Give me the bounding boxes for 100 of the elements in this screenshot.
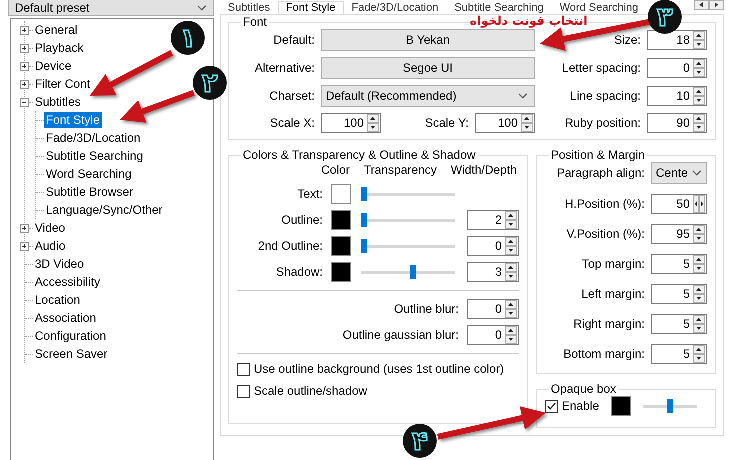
tree-item[interactable]: Association — [33, 310, 98, 326]
up-down-arrows-icon[interactable] — [505, 263, 517, 281]
up-down-arrows-icon[interactable] — [367, 114, 379, 132]
spin-field[interactable]: 0 — [467, 299, 519, 319]
up-down-arrows-icon[interactable] — [693, 59, 705, 77]
tree-item[interactable]: Subtitle Searching — [44, 148, 146, 164]
up-down-arrows-icon[interactable] — [521, 114, 533, 132]
color-swatch[interactable] — [331, 262, 351, 282]
tab[interactable]: Word Searching — [552, 1, 647, 14]
left-right-arrows-icon[interactable] — [693, 195, 705, 213]
field-label: H.Position (%): — [564, 197, 645, 211]
spin-field[interactable]: 0 — [467, 325, 519, 345]
up-down-arrows-icon[interactable] — [693, 31, 705, 49]
checkbox[interactable] — [237, 384, 250, 398]
slider-thumb[interactable] — [360, 213, 367, 227]
tree-item[interactable]: Audio — [33, 238, 68, 254]
tree-item[interactable]: 3D Video — [33, 256, 86, 272]
spin-field[interactable]: 0 — [467, 236, 519, 256]
spin-field[interactable]: 3 — [467, 262, 519, 282]
collapse-icon[interactable] — [20, 98, 29, 106]
spin-field[interactable]: 100 — [321, 113, 381, 133]
expand-icon[interactable] — [20, 80, 29, 88]
field-label: 2nd Outline: — [257, 239, 323, 253]
color-swatch[interactable] — [331, 184, 351, 204]
font-button[interactable]: Segoe UI — [321, 57, 535, 79]
tree-item[interactable]: Filter Cont — [33, 76, 92, 92]
tree-item[interactable]: Location — [33, 292, 82, 308]
field-label: V.Position (%): — [566, 227, 645, 241]
tree-item[interactable]: Playback — [33, 40, 86, 56]
tree-item[interactable]: Screen Saver — [33, 346, 110, 362]
tree-item[interactable]: Subtitle Browser — [44, 184, 136, 200]
spin-field[interactable]: 100 — [475, 113, 535, 133]
tab[interactable]: Subtitles — [220, 1, 278, 14]
font-button[interactable]: B Yekan — [321, 29, 535, 51]
group-title: Font — [242, 15, 268, 29]
up-down-arrows-icon[interactable] — [693, 255, 705, 273]
expand-icon[interactable] — [20, 62, 29, 70]
up-down-arrows-icon[interactable] — [693, 87, 705, 105]
tab[interactable]: Font Style — [278, 1, 344, 14]
checkbox-label[interactable]: Use outline background (uses 1st outline color) — [254, 362, 504, 376]
color-swatch[interactable] — [331, 210, 351, 230]
spin-field[interactable]: 5 — [651, 314, 707, 334]
number-badge: ۳ — [648, 0, 682, 34]
spin-field[interactable]: 95 — [651, 224, 707, 244]
slider-thumb[interactable] — [360, 239, 367, 253]
field-label: Scale X: — [269, 116, 315, 130]
spin-field[interactable]: 90 — [647, 113, 707, 133]
up-down-arrows-icon[interactable] — [505, 300, 517, 318]
group-title: Position & Margin — [550, 148, 646, 162]
slider-thumb[interactable] — [667, 399, 674, 413]
align-dropdown[interactable]: Cente — [651, 162, 707, 184]
field-label: Ruby position: — [564, 116, 641, 130]
spin-field[interactable]: 5 — [651, 344, 707, 364]
checkbox-label[interactable]: Enable — [562, 399, 600, 413]
color-swatch[interactable] — [611, 396, 632, 416]
tree-item[interactable]: Configuration — [33, 328, 108, 344]
tree-item[interactable]: Word Searching — [44, 166, 134, 182]
spin-field[interactable]: 50 — [651, 194, 707, 214]
tree-item[interactable]: Video — [33, 220, 68, 236]
tab-scroll-arrows-icon[interactable] — [694, 0, 724, 10]
tree-item[interactable]: Font Style — [44, 112, 102, 128]
tree-item[interactable]: Device — [33, 58, 74, 74]
spin-field[interactable]: 18 — [647, 30, 707, 50]
up-down-arrows-icon[interactable] — [693, 114, 705, 132]
tab[interactable]: Subtitle Searching — [446, 1, 552, 14]
up-down-arrows-icon[interactable] — [693, 285, 705, 303]
slider-thumb[interactable] — [360, 187, 367, 201]
spin-field[interactable]: 5 — [651, 284, 707, 304]
column-header: Color — [321, 163, 350, 177]
up-down-arrows-icon[interactable] — [505, 237, 517, 255]
spin-field[interactable]: 0 — [647, 58, 707, 78]
checkbox[interactable] — [545, 400, 558, 412]
tab[interactable]: Fade/3D/Location — [344, 1, 447, 14]
up-down-arrows-icon[interactable] — [505, 326, 517, 344]
up-down-arrows-icon[interactable] — [693, 345, 705, 363]
expand-icon[interactable] — [20, 224, 29, 232]
checkbox[interactable] — [237, 362, 250, 376]
tree-item[interactable]: Fade/3D/Location — [44, 130, 143, 146]
up-down-arrows-icon[interactable] — [693, 315, 705, 333]
expand-icon[interactable] — [20, 26, 29, 34]
tree-item[interactable]: Accessibility — [33, 274, 102, 290]
spin-field[interactable]: 5 — [651, 254, 707, 274]
caret-icon — [518, 92, 528, 100]
charset-dropdown[interactable]: Default (Recommended) — [321, 85, 535, 107]
slider-thumb[interactable] — [410, 265, 416, 279]
up-down-arrows-icon[interactable] — [693, 225, 705, 243]
checkbox-label[interactable]: Scale outline/shadow — [254, 384, 368, 398]
field-label: Charset: — [268, 89, 315, 103]
expand-icon[interactable] — [20, 242, 29, 250]
spin-field[interactable]: 10 — [647, 86, 707, 106]
up-down-arrows-icon[interactable] — [505, 211, 517, 229]
tree-item[interactable]: General — [33, 22, 80, 38]
field-label: Shadow: — [275, 265, 323, 279]
field-label: Outline: — [280, 213, 323, 227]
preset-dropdown[interactable]: Default preset — [8, 0, 214, 16]
tree-item[interactable]: Subtitles — [33, 94, 84, 110]
spin-field[interactable]: 2 — [467, 210, 519, 230]
tree-item[interactable]: Language/Sync/Other — [44, 202, 165, 218]
color-swatch[interactable] — [331, 236, 351, 256]
expand-icon[interactable] — [20, 44, 29, 52]
